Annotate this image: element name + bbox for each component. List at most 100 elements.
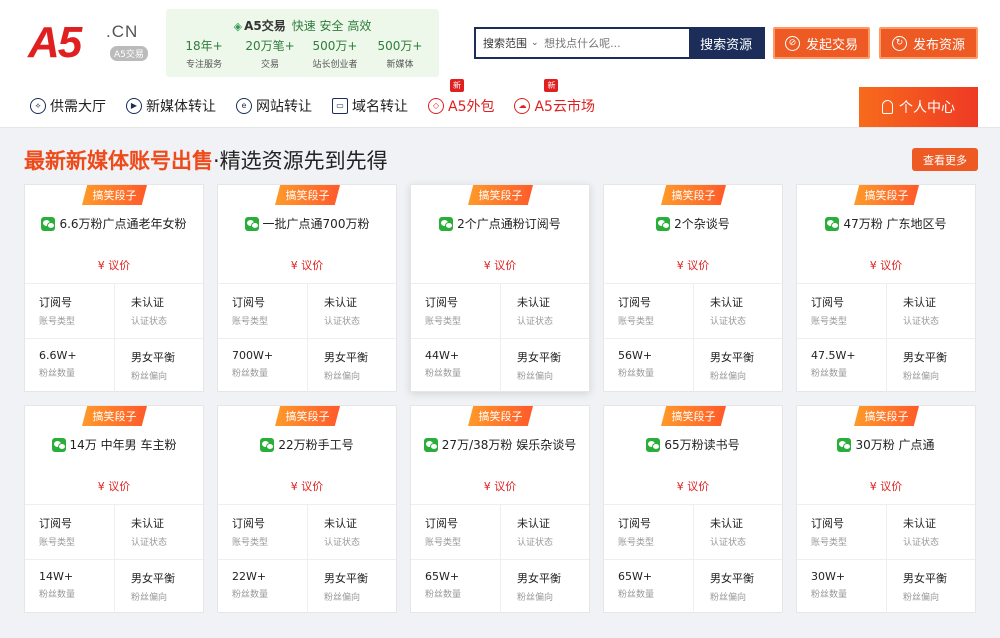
spec-cell: 未认证 认证状态 <box>307 505 396 559</box>
spec-cell: 65W+ 粉丝数量 <box>411 559 500 613</box>
card-title: 2个杂谈号 <box>604 215 782 232</box>
spec-cell: 700W+ 粉丝数量 <box>218 338 307 392</box>
card-price: ¥ 议价 <box>869 480 903 493</box>
spec-label: 账号类型 <box>618 538 655 548</box>
nav-label: 域名转让 <box>352 99 408 115</box>
spec-label: 认证状态 <box>131 317 168 327</box>
spec-value: 6.6W+ <box>39 349 77 362</box>
card-price: ¥ 议价 <box>97 480 131 493</box>
spec-label: 账号类型 <box>232 317 269 327</box>
stat-item: 500万+ 站长创业者 <box>303 37 367 70</box>
spec-value: 订阅号 <box>425 296 458 309</box>
a5-logo[interactable]: A5 .CN A5交易 <box>28 18 158 68</box>
spec-value: 65W+ <box>618 570 653 583</box>
nav-item-market[interactable]: ⟡ 供需大厅 <box>30 88 106 124</box>
stats-title: ◈ A5交易 快速 安全 高效 <box>166 17 439 34</box>
start-trade-button[interactable]: ⊘ 发起交易 <box>773 27 870 59</box>
spec-cell: 男女平衡 粉丝偏向 <box>307 559 396 613</box>
search-scope-select[interactable]: 搜索范围 ⌄ <box>476 29 540 57</box>
search-scope-label: 搜索范围 <box>483 37 527 50</box>
resource-card[interactable]: 搞笑段子 14万 中年男 车主粉 ¥ 议价 订阅号 账号类型 未认证 认证状态 14W+ 粉丝数… <box>24 405 204 613</box>
nav-label: 新媒体转让 <box>146 99 216 115</box>
user-center-button[interactable]: 个人中心 <box>859 87 978 127</box>
nav-item-media[interactable]: ▶ 新媒体转让 <box>126 88 216 124</box>
nav-item-domain[interactable]: ▭ 域名转让 <box>332 88 408 124</box>
spec-label: 账号类型 <box>425 317 462 327</box>
search-button[interactable]: 搜索资源 <box>689 29 763 57</box>
logo-domain: .CN <box>106 22 139 41</box>
category-tag: 搞笑段子 <box>854 185 919 205</box>
card-title-text: 47万粉 广东地区号 <box>843 217 947 231</box>
category-tag: 搞笑段子 <box>468 185 533 205</box>
spec-value: 男女平衡 <box>324 572 368 585</box>
spec-value: 未认证 <box>710 517 743 530</box>
spec-cell: 未认证 认证状态 <box>500 505 589 559</box>
spec-cell: 未认证 认证状态 <box>693 284 782 338</box>
spec-label: 粉丝数量 <box>39 369 76 379</box>
card-price: ¥ 议价 <box>290 259 324 272</box>
spec-value: 未认证 <box>903 517 936 530</box>
spec-value: 订阅号 <box>232 296 265 309</box>
resource-card[interactable]: 搞笑段子 6.6万粉广点通老年女粉 ¥ 议价 订阅号 账号类型 未认证 认证状态 6.6W+ 粉… <box>24 184 204 392</box>
stat-label: 专注服务 <box>185 60 222 70</box>
resource-card[interactable]: 搞笑段子 22万粉手工号 ¥ 议价 订阅号 账号类型 未认证 认证状态 22W+ 粉丝数量 男女平… <box>217 405 397 613</box>
stat-item: 18年+ 专注服务 <box>172 37 236 70</box>
nav-label: 供需大厅 <box>50 99 106 115</box>
card-title: 65万粉读书号 <box>604 436 782 453</box>
site-header: A5 .CN A5交易 ◈ A5交易 快速 安全 高效 18年+ 专注服务 20万笔+… <box>0 0 1000 128</box>
card-title: 2个广点通粉订阅号 <box>411 215 589 232</box>
spec-label: 粉丝数量 <box>425 590 462 600</box>
stat-label: 新媒体 <box>386 60 414 70</box>
nav-item-website[interactable]: e 网站转让 <box>236 88 312 124</box>
stat-item: 500万+ 新媒体 <box>368 37 432 70</box>
domain-icon: ▭ <box>332 98 348 114</box>
category-tag: 搞笑段子 <box>468 406 533 426</box>
trust-stats-box: ◈ A5交易 快速 安全 高效 18年+ 专注服务 20万笔+ 交易 500万+ 站长创业… <box>166 9 439 77</box>
resource-card[interactable]: 搞笑段子 65万粉读书号 ¥ 议价 订阅号 账号类型 未认证 认证状态 65W+ 粉丝数量 男女平… <box>603 405 783 613</box>
resource-card[interactable]: 搞笑段子 30万粉 广点通 ¥ 议价 订阅号 账号类型 未认证 认证状态 30W+ 粉丝数量 男女… <box>796 405 976 613</box>
spec-cell: 未认证 认证状态 <box>693 505 782 559</box>
spec-label: 粉丝偏向 <box>517 372 554 382</box>
spec-cell: 男女平衡 粉丝偏向 <box>886 559 975 613</box>
category-tag: 搞笑段子 <box>275 185 340 205</box>
spec-value: 订阅号 <box>232 517 265 530</box>
resource-card[interactable]: 搞笑段子 一批广点通700万粉 ¥ 议价 订阅号 账号类型 未认证 认证状态 700W+ 粉丝数… <box>217 184 397 392</box>
card-title: 14万 中年男 车主粉 <box>25 436 203 453</box>
card-title-text: 14万 中年男 车主粉 <box>69 438 177 452</box>
card-price: ¥ 议价 <box>869 259 903 272</box>
card-title: 27万/38万粉 娱乐杂谈号 <box>411 436 589 453</box>
cloud-icon: ☁ <box>514 98 531 114</box>
spec-cell: 男女平衡 粉丝偏向 <box>693 338 782 392</box>
start-trade-label: 发起交易 <box>805 37 858 53</box>
search-input[interactable] <box>540 29 690 57</box>
spec-label: 认证状态 <box>324 538 361 548</box>
spec-cell: 男女平衡 粉丝偏向 <box>500 338 589 392</box>
spec-cell: 65W+ 粉丝数量 <box>604 559 693 613</box>
spec-label: 粉丝偏向 <box>517 593 554 603</box>
spec-cell: 订阅号 账号类型 <box>218 284 307 338</box>
stat-value: 500万+ <box>377 39 423 53</box>
card-title-text: 2个广点通粉订阅号 <box>457 217 561 231</box>
wechat-icon <box>423 437 438 452</box>
spec-label: 粉丝偏向 <box>324 372 361 382</box>
wechat-icon <box>41 216 56 231</box>
nav-item-cloud[interactable]: 新 ☁ A5云市场 <box>514 79 595 124</box>
resource-card[interactable]: 搞笑段子 47万粉 广东地区号 ¥ 议价 订阅号 账号类型 未认证 认证状态 47.5W+ 粉丝… <box>796 184 976 392</box>
card-title-text: 27万/38万粉 娱乐杂谈号 <box>441 438 577 452</box>
nav-item-outsource[interactable]: 新 ◇ A5外包 <box>428 79 494 124</box>
card-title: 6.6万粉广点通老年女粉 <box>25 215 203 232</box>
resource-card[interactable]: 搞笑段子 2个广点通粉订阅号 ¥ 议价 订阅号 账号类型 未认证 认证状态 44W+ 粉丝数量男… <box>410 184 590 392</box>
resource-card[interactable]: 搞笑段子 2个杂谈号 ¥ 议价 订阅号 账号类型 未认证 认证状态 56W+ 粉丝数量 男女平衡粉… <box>603 184 783 392</box>
spec-value: 男女平衡 <box>710 351 754 364</box>
spec-label: 粉丝数量 <box>232 369 269 379</box>
spec-cell: 订阅号 账号类型 <box>411 284 500 338</box>
card-title: 47万粉 广东地区号 <box>797 215 975 232</box>
view-more-button[interactable]: 查看更多 <box>912 148 978 171</box>
resource-card[interactable]: 搞笑段子 27万/38万粉 娱乐杂谈号 ¥ 议价 订阅号 账号类型 未认证 认证状态 65W+… <box>410 405 590 613</box>
card-specs: 订阅号 账号类型 未认证 认证状态 6.6W+ 粉丝数量 男女平衡 粉丝偏向 <box>25 283 203 392</box>
spec-value: 男女平衡 <box>131 351 175 364</box>
search-bar: 搜索范围 ⌄ 搜索资源 <box>474 27 765 59</box>
card-price: ¥ 议价 <box>483 480 517 493</box>
category-tag: 搞笑段子 <box>661 185 726 205</box>
publish-resource-button[interactable]: ↻ 发布资源 <box>879 27 978 59</box>
